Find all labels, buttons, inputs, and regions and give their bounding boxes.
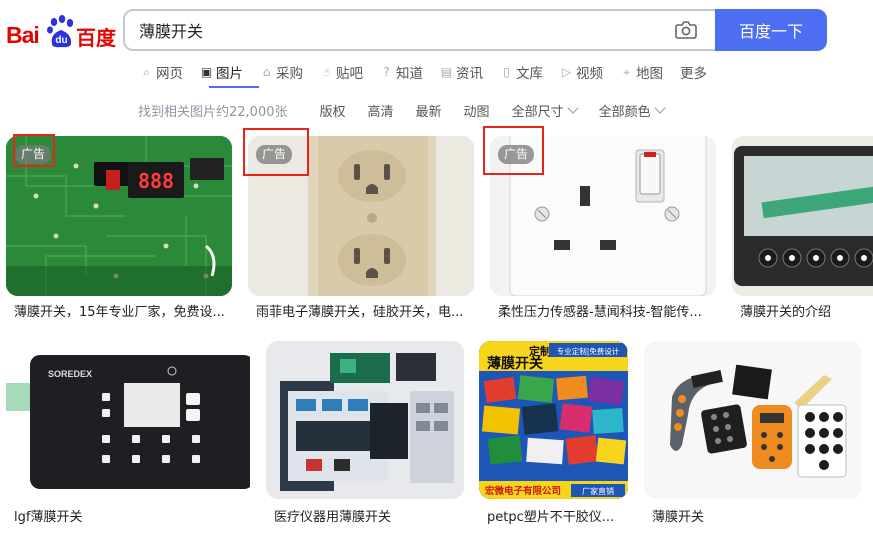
search-button[interactable]: 百度一下 bbox=[715, 9, 827, 51]
tab-images[interactable]: ▣ 图片 bbox=[200, 62, 243, 82]
doc-icon: ▯ bbox=[503, 64, 510, 79]
result-caption[interactable]: 薄膜开关 bbox=[652, 506, 862, 525]
soredex-panel-image: SOREDEX bbox=[6, 341, 250, 499]
filter-latest[interactable]: 最新 bbox=[416, 101, 442, 120]
chevron-down-icon bbox=[653, 101, 666, 114]
poster-company: 宏微电子有限公司 bbox=[485, 485, 561, 497]
map-pin-icon: ⌖ bbox=[623, 64, 630, 79]
search-input[interactable] bbox=[139, 11, 659, 49]
filter-bar: 找到相关图片约22,000张 版权 高清 最新 动图 全部尺寸 全部颜色 bbox=[138, 100, 686, 120]
tab-web[interactable]: ⌕ 网页 bbox=[140, 62, 183, 82]
logo-text-latin: Bai bbox=[6, 22, 40, 48]
search-box[interactable] bbox=[123, 9, 715, 51]
result-caption[interactable]: 医疗仪器用薄膜开关 bbox=[274, 506, 464, 525]
paw-icon: du bbox=[47, 15, 74, 48]
result-caption[interactable]: 薄膜开关，15年专业厂家，免费设... bbox=[14, 301, 230, 320]
news-icon: ▤ bbox=[440, 64, 453, 79]
basket-icon: ⌂ bbox=[262, 64, 271, 79]
baidu-logo[interactable]: Bai du 百度 bbox=[6, 12, 116, 52]
logo-text-cn: 百度 bbox=[76, 26, 116, 50]
thumb-icon: ☝ bbox=[322, 64, 331, 79]
search-icon: ⌕ bbox=[143, 64, 150, 79]
membrane-panel-image bbox=[732, 136, 873, 296]
ad-highlight-frame bbox=[243, 128, 309, 176]
active-tab-indicator bbox=[209, 86, 259, 88]
filter-copyright[interactable]: 版权 bbox=[320, 101, 346, 120]
result-caption[interactable]: 薄膜开关的介绍 bbox=[740, 301, 873, 320]
ad-highlight-frame bbox=[483, 126, 544, 175]
filter-color-dropdown[interactable]: 全部颜色 bbox=[599, 101, 666, 120]
soredex-brand: SOREDEX bbox=[48, 369, 92, 379]
paw-text: du bbox=[55, 35, 67, 46]
question-icon: ? bbox=[383, 64, 390, 79]
tab-tieba[interactable]: ☝ 贴吧 bbox=[320, 62, 363, 82]
tab-zhidao[interactable]: ? 知道 bbox=[380, 62, 423, 82]
tab-shopping[interactable]: ⌂ 采购 bbox=[260, 62, 303, 82]
keypads-image bbox=[644, 341, 862, 499]
result-caption[interactable]: petpc塑片不干胶仪... bbox=[487, 506, 628, 525]
poster-title: 薄膜开关 bbox=[487, 355, 543, 372]
ad-highlight-frame bbox=[13, 134, 55, 167]
tab-video[interactable]: ▷ 视频 bbox=[560, 62, 603, 82]
result-image-8[interactable] bbox=[644, 341, 862, 499]
result-caption[interactable]: lgf薄膜开关 bbox=[14, 506, 248, 525]
chevron-down-icon bbox=[566, 101, 579, 114]
result-count: 找到相关图片约22,000张 bbox=[138, 104, 288, 120]
result-caption[interactable]: 柔性压力传感器-慧闻科技-智能传... bbox=[498, 301, 714, 320]
result-image-4[interactable] bbox=[732, 136, 873, 296]
result-caption[interactable]: 雨菲电子薄膜开关，硅胶开关，电... bbox=[256, 301, 472, 320]
tab-map[interactable]: ⌖ 地图 bbox=[620, 62, 663, 82]
tab-wenku[interactable]: ▯ 文库 bbox=[500, 62, 543, 82]
medical-panels-image bbox=[266, 341, 464, 499]
filter-size-dropdown[interactable]: 全部尺寸 bbox=[512, 101, 579, 120]
poster-direct: 厂家直销 bbox=[582, 486, 614, 496]
poster-banner: 专业定制|免费设计 bbox=[557, 346, 620, 356]
poster-image: 定制 薄膜开关 专业定制|免费设计 宏微电子有限公司 厂家直销 bbox=[479, 341, 628, 499]
pcb-display-digits: 888 bbox=[138, 169, 174, 193]
image-icon: ▣ bbox=[200, 64, 213, 79]
vertical-tabs: ⌕ 网页 ▣ 图片 ⌂ 采购 ☝ 贴吧 ? 知道 ▤ 资讯 ▯ 文库 ▷ 视频 ⌖ 地图 更多 bbox=[140, 62, 724, 82]
result-image-6[interactable] bbox=[266, 341, 464, 499]
result-image-7[interactable]: 定制 薄膜开关 专业定制|免费设计 宏微电子有限公司 厂家直销 bbox=[479, 341, 628, 499]
tab-news[interactable]: ▤ 资讯 bbox=[440, 62, 483, 82]
tab-more[interactable]: 更多 bbox=[680, 62, 707, 82]
result-image-5[interactable]: SOREDEX bbox=[6, 341, 250, 499]
play-icon: ▷ bbox=[561, 64, 572, 79]
filter-hd[interactable]: 高清 bbox=[368, 101, 394, 120]
camera-icon[interactable] bbox=[675, 20, 697, 40]
filter-animated[interactable]: 动图 bbox=[464, 101, 490, 120]
